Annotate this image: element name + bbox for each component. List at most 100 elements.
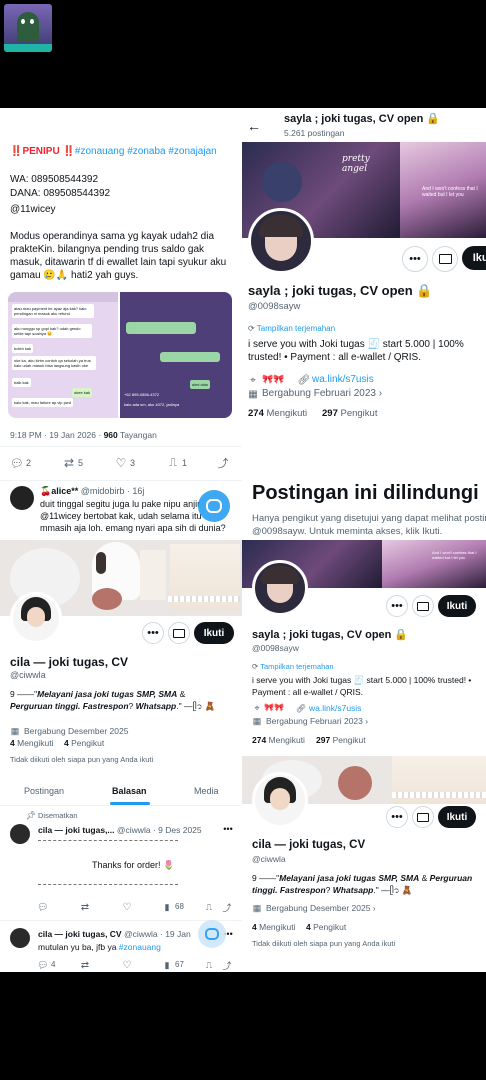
cila-avatar[interactable] xyxy=(10,592,62,644)
follow-button[interactable]: Ikuti xyxy=(194,622,234,644)
share-icon[interactable]: ⤴ xyxy=(216,456,230,470)
follow-button[interactable]: Ikuti xyxy=(462,246,486,270)
chat-bubble: aku nunggu sp gopi kak? udah gesdo selde… xyxy=(12,324,92,338)
pin-icon: 📌︎ xyxy=(25,810,37,820)
repost-icon[interactable]: ⇄ xyxy=(80,902,90,913)
follow-button[interactable]: Ikuti xyxy=(438,806,476,828)
chat-bubble: ulmi cbia xyxy=(190,380,210,389)
pinned-text: Thanks for order! 🌷 xyxy=(92,860,175,870)
like-icon[interactable]: ♡ xyxy=(122,902,132,913)
translate-icon: ⟳ xyxy=(248,324,257,333)
chat-bubble: okee kak xyxy=(72,388,93,397)
sayla-following[interactable]: 274 Mengikuti xyxy=(248,408,307,419)
share-icon[interactable]: ⤴ xyxy=(222,902,232,913)
link-icon: 🔗︎ xyxy=(297,374,311,386)
post-image-chat-2[interactable]: ulmi cbia +62 895-0856-4372 kalo ada sm,… xyxy=(120,292,232,418)
more-button[interactable]: ••• xyxy=(142,622,164,644)
post-meta: 9:18 PM · 19 Jan 2026 · 960 Tayangan xyxy=(10,430,157,440)
protected-desc: Hanya pengikut yang disetujui yang dapat… xyxy=(252,513,486,537)
cila-profile-panel-2: ••• Ikuti cila — joki tugas, CV @ciwwla … xyxy=(242,752,486,972)
left-post-panel: ‼️PENIPU ‼️#zonauang #zonaba #zonajajan … xyxy=(0,108,242,482)
repost-icon[interactable]: ⇄ xyxy=(62,456,76,470)
bookmark-icon[interactable]: ⎍ xyxy=(204,960,214,970)
message-button[interactable] xyxy=(432,246,458,272)
bookmark-icon[interactable]: ⎍ xyxy=(166,456,180,470)
sayla-link-2[interactable]: wa.link/s7usis xyxy=(309,703,361,713)
sayla-followers[interactable]: 297 Pengikut xyxy=(322,408,377,419)
protected-panel: Postingan ini dilindungi Hanya pengikut … xyxy=(242,482,486,752)
calendar-icon: ▦ xyxy=(10,725,20,736)
post2-avatar[interactable] xyxy=(10,928,30,948)
sayla-following-2[interactable]: 274 Mengikuti xyxy=(252,735,305,745)
profile-thumbnail[interactable] xyxy=(4,4,52,52)
reply-icon[interactable]: 💬︎ xyxy=(37,902,48,912)
sayla-avatar-2[interactable] xyxy=(252,560,308,616)
views-icon[interactable]: ▮ xyxy=(162,902,172,912)
more-icon[interactable]: ••• xyxy=(222,823,234,835)
like-icon[interactable]: ♡ xyxy=(122,960,132,971)
tab-postingan[interactable]: Postingan xyxy=(24,786,64,796)
message-button[interactable] xyxy=(412,806,434,828)
translate-link[interactable]: ⟳ Tampilkan terjemahan xyxy=(248,324,335,333)
calendar-icon: ▦ xyxy=(252,902,262,913)
back-arrow-icon[interactable]: ← xyxy=(246,118,262,134)
banner-text: And I won't confess that I waited but I … xyxy=(432,550,477,560)
sayla-avatar[interactable] xyxy=(248,208,314,274)
bookmark-count: 1 xyxy=(182,458,188,468)
tab-balasan[interactable]: Balasan xyxy=(112,786,147,796)
more-button[interactable]: ••• xyxy=(386,806,408,828)
views-icon[interactable]: ▮ xyxy=(162,960,172,970)
protected-title: Postingan ini dilindungi xyxy=(252,482,479,504)
message-button[interactable] xyxy=(168,622,190,644)
translate-link[interactable]: ⟳ Tampilkan terjemahan xyxy=(252,662,334,671)
pinned-label: Disematkan xyxy=(38,811,78,820)
more-button[interactable]: ••• xyxy=(386,595,408,617)
cila-avatar-2[interactable] xyxy=(252,772,308,828)
post-image-chat-1[interactable]: atau mau payment ke ayaz aja kak? kalo p… xyxy=(8,292,118,418)
link-icon: 🔗︎ xyxy=(295,703,307,713)
cila-following[interactable]: 4 Mengikuti xyxy=(10,738,54,748)
sayla-followers-2[interactable]: 297 Pengikut xyxy=(316,735,366,745)
follow-button[interactable]: Ikuti xyxy=(438,595,476,617)
compose-fab[interactable] xyxy=(198,920,226,948)
pinned-rule xyxy=(38,884,178,886)
post-wa: WA: 089508544392 xyxy=(10,174,99,185)
reply-icon[interactable]: 💬︎ xyxy=(37,960,48,970)
cila-following-2[interactable]: 4 Mengikuti xyxy=(252,922,296,932)
message-icon xyxy=(206,499,222,513)
cila-joined-2: Bergabung Desember 2025 › xyxy=(266,903,376,913)
tab-media[interactable]: Media xyxy=(194,786,219,796)
share-icon[interactable]: ⤴ xyxy=(222,960,232,971)
like-count: 3 xyxy=(130,458,136,468)
banner-text: And I won't confess that I waited but I … xyxy=(422,186,478,198)
post2-replies: 4 xyxy=(51,960,56,969)
cila-followers[interactable]: 4 Pengikut xyxy=(64,738,104,748)
pinned-avatar[interactable] xyxy=(10,824,30,844)
pinned-rule xyxy=(38,840,178,842)
like-icon[interactable]: ♡ xyxy=(114,456,128,470)
cila-not-followed-2: Tidak diikuti oleh siapa pun yang Anda i… xyxy=(252,939,396,948)
translate-icon: ⟳ xyxy=(252,662,261,671)
sayla-link[interactable]: wa.link/s7usis xyxy=(312,374,374,385)
cila-followers-2[interactable]: 4 Pengikut xyxy=(306,922,346,932)
compose-fab[interactable] xyxy=(198,490,230,522)
cila-handle: @ciwwla xyxy=(10,670,46,680)
bookmark-icon[interactable]: ⎍ xyxy=(204,902,214,912)
chat-bubble: +62 895-0856-4372 xyxy=(124,392,160,397)
chat-bubble: atau mau payment ke ayaz aja kak? kalo p… xyxy=(12,304,94,318)
calendar-icon: ▦ xyxy=(248,388,258,400)
more-button[interactable]: ••• xyxy=(402,246,428,272)
mail-icon xyxy=(438,254,452,264)
cila-handle-2: @ciwwla xyxy=(252,854,286,864)
repost-count: 5 xyxy=(78,458,84,468)
sayla-profile-panel: ← sayla ; joki tugas, CV open 🔒 5.261 po… xyxy=(242,108,486,482)
post2-views: 67 xyxy=(175,960,184,969)
reply-icon[interactable]: 💬︎ xyxy=(10,456,24,470)
reply-avatar[interactable] xyxy=(10,486,34,510)
chat-bubble: balk kak xyxy=(12,378,31,387)
cila-joined: Bergabung Desember 2025 xyxy=(24,726,129,736)
message-button[interactable] xyxy=(412,595,434,617)
cila-bio: 9 ——"Melayani jasa joki tugas SMP, SMA &… xyxy=(10,689,216,711)
post-dana: DANA: 089508544392 xyxy=(10,188,111,199)
repost-icon[interactable]: ⇄ xyxy=(80,960,90,971)
